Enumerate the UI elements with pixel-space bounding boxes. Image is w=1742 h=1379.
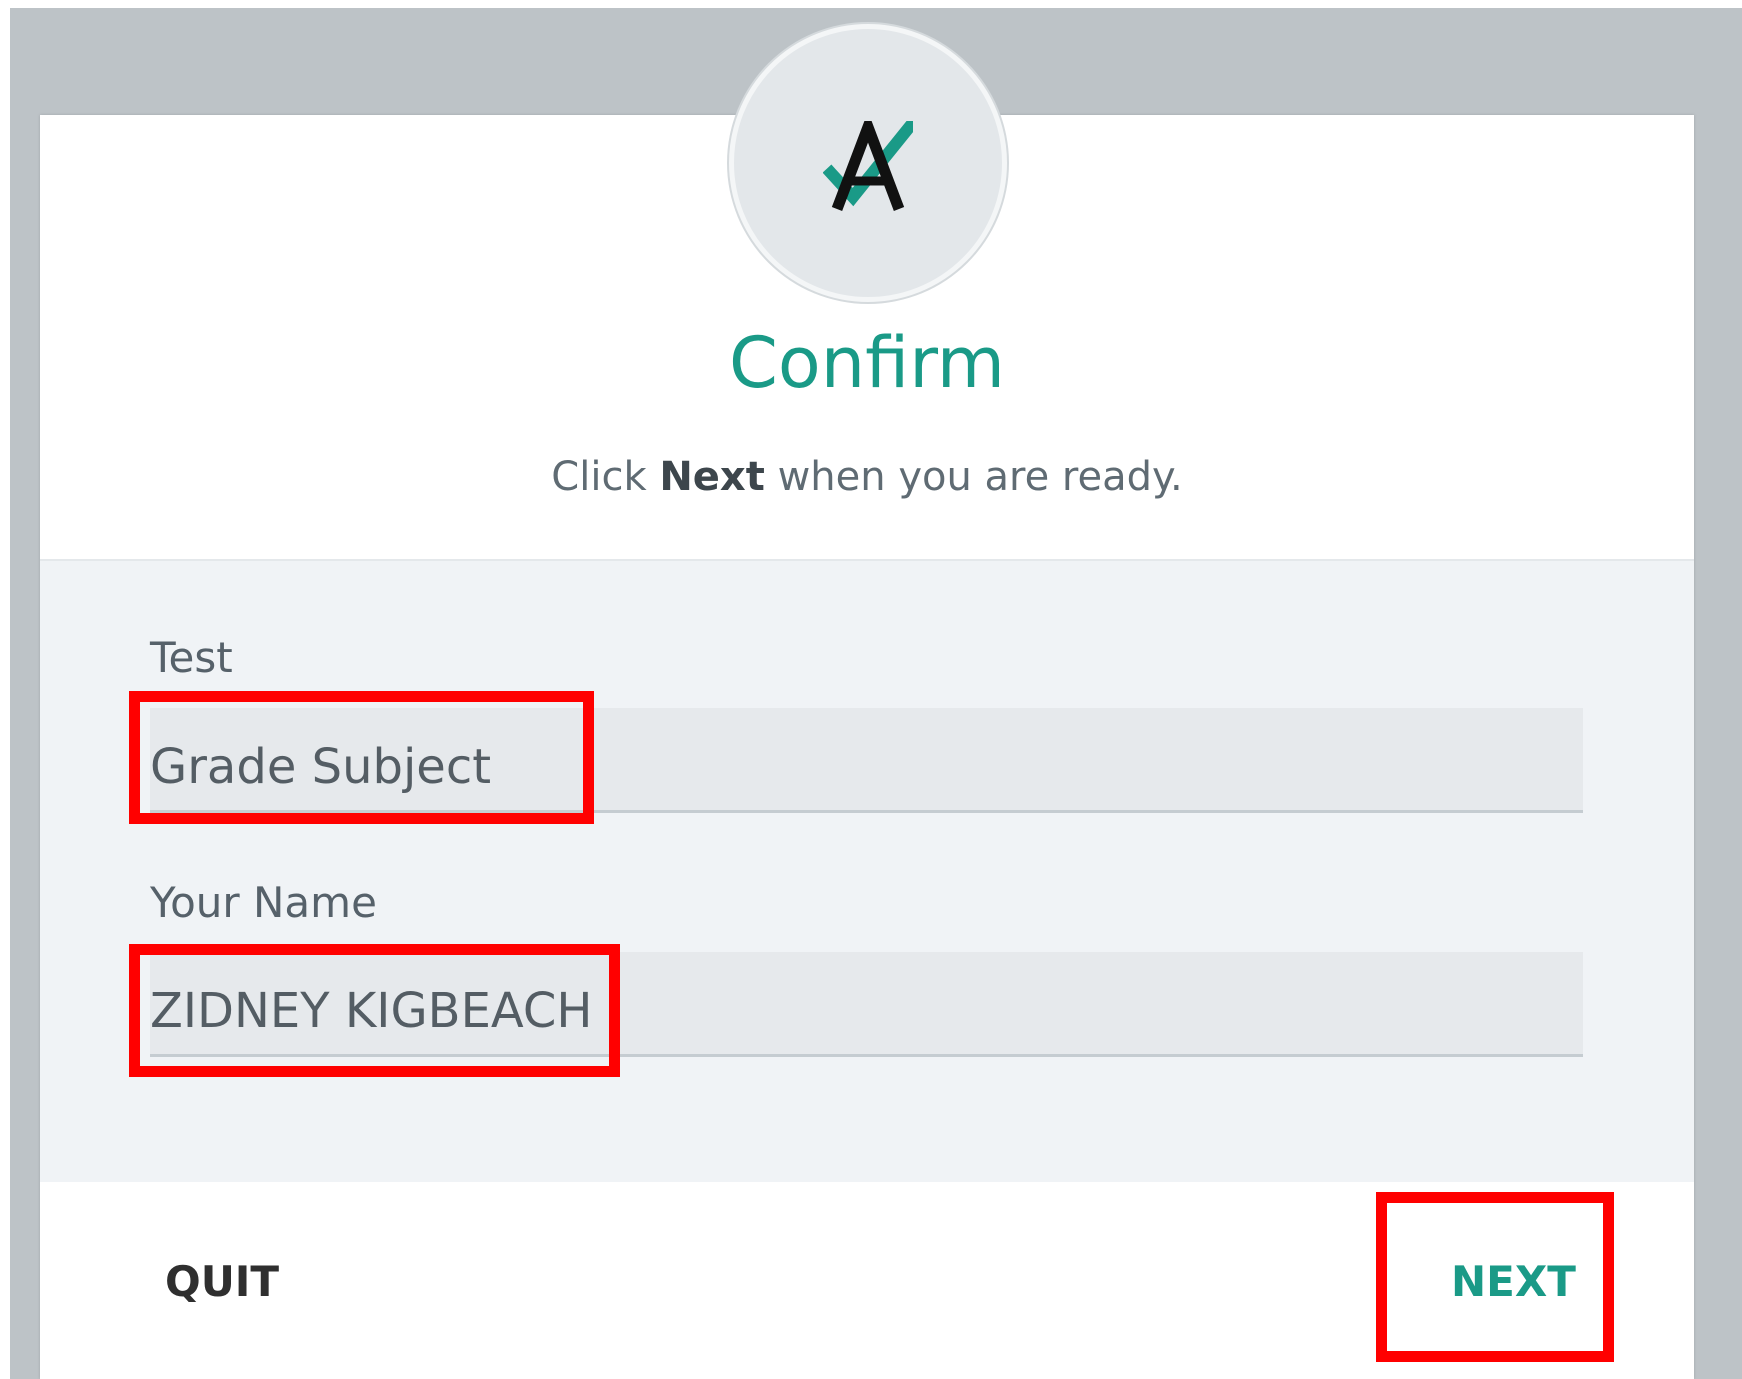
name-label: Your Name xyxy=(150,878,377,927)
dialog-title: Confirm xyxy=(729,322,1005,404)
form-panel xyxy=(40,559,1694,1182)
test-field-value: Grade Subject xyxy=(150,739,492,795)
dialog-subtitle: Click Next when you are ready. xyxy=(40,452,1694,502)
subtitle-text-end: when you are ready. xyxy=(764,454,1183,500)
subtitle-text-start: Click xyxy=(551,454,660,500)
logo-badge xyxy=(729,24,1007,302)
next-button[interactable]: NEXT xyxy=(1451,1256,1576,1308)
name-field-value: ZIDNEY KIGBEACH xyxy=(150,983,593,1039)
a-check-logo-icon xyxy=(823,121,913,211)
quit-button[interactable]: QUIT xyxy=(165,1256,279,1308)
test-label: Test xyxy=(150,633,233,682)
subtitle-bold-next: Next xyxy=(659,454,765,500)
